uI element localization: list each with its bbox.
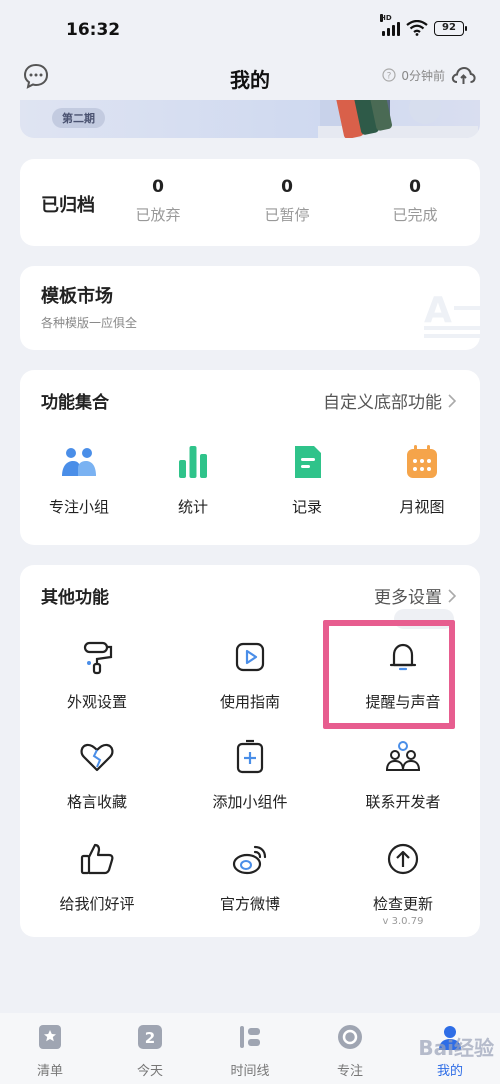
stat-completed[interactable]: 0 已完成 [375,177,455,225]
people-icon [385,741,421,771]
today-icon: 2 [138,1025,162,1049]
tab-label: 今天 [136,1064,163,1079]
thumbs-up-icon [80,843,114,875]
tab-today[interactable]: 2 今天 [120,1023,180,1079]
last-sync-text: 0分钟前 [401,68,445,83]
wifi-icon [406,20,428,36]
chevron-right-icon [448,588,456,603]
tab-list[interactable]: 清单 [20,1023,80,1079]
tab-label: 时间线 [230,1064,270,1079]
template-market-subtitle: 各种模版一应俱全 [41,316,138,330]
feature-record[interactable]: 记录 [252,442,362,517]
feature-label: 专注小组 [48,498,109,516]
other-item-label: 官方微博 [219,895,280,913]
stat-label: 已完成 [392,206,438,224]
tab-label: 我的 [436,1064,463,1079]
other-item-label: 给我们好评 [59,895,135,913]
heart-icon [80,743,114,772]
features-card: 功能集合 自定义底部功能 专注小组 统计 记录 月视图 [20,370,480,545]
template-deco-icon: A [424,290,480,338]
feature-label: 记录 [291,498,322,516]
hd-label: HD [380,14,392,22]
quote-collection[interactable]: 格言收藏 [42,737,152,812]
features-title: 功能集合 [41,393,109,413]
feature-month-view[interactable]: 月视图 [367,442,477,517]
template-market-title: 模板市场 [41,286,113,307]
play-guide-icon [235,642,265,672]
group-icon [62,448,96,476]
top-nav: 我的 ? 0分钟前 [0,56,500,96]
calendar-icon [407,445,437,478]
stat-paused[interactable]: 0 已暂停 [247,177,327,225]
highlight-box [323,620,455,729]
stat-label: 已放弃 [135,206,181,224]
sync-status[interactable]: ? 0分钟前 [382,64,476,86]
other-features-title: 其他功能 [41,588,109,608]
other-item-label: 添加小组件 [212,793,288,811]
help-icon: ? [382,68,396,82]
tab-timeline[interactable]: 时间线 [220,1023,280,1079]
archive-card[interactable]: 已归档 0 已放弃 0 已暂停 0 已完成 [20,159,480,246]
paint-roller-icon [83,641,113,675]
stat-abandoned[interactable]: 0 已放弃 [118,177,198,225]
stat-value: 0 [281,177,293,197]
banner-illustration [318,100,478,138]
timeline-icon [240,1026,260,1048]
add-widget-icon [236,739,264,774]
battery-icon: 92 [434,20,467,36]
archive-title: 已归档 [41,195,95,216]
tab-focus[interactable]: 专注 [320,1023,380,1079]
today-badge: 2 [145,1029,155,1047]
list-icon [39,1025,61,1049]
bar-chart-icon [179,446,207,478]
focus-icon [338,1025,362,1049]
weibo-icon [232,845,267,875]
upgrade-icon [387,843,419,875]
more-settings-link[interactable]: 更多设置 [374,583,456,608]
version-text: v 3.0.79 [382,916,424,927]
official-weibo[interactable]: 官方微博 [195,839,305,914]
other-item-label: 检查更新 [372,895,433,913]
more-settings-label: 更多设置 [374,588,442,608]
feature-label: 月视图 [399,498,445,516]
template-market-card[interactable]: 模板市场 各种模版一应俱全 A [20,266,480,350]
watermark: Bai经验 [418,1036,494,1060]
banner-tag: 第二期 [52,108,105,128]
feature-label: 统计 [177,498,208,516]
other-item-label: 使用指南 [219,693,280,711]
feature-focus-group[interactable]: 专注小组 [24,442,134,517]
customize-bottom-label: 自定义底部功能 [323,393,442,413]
status-time: 16:32 [66,20,121,40]
svg-text:A: A [424,290,452,331]
tab-label: 清单 [36,1064,63,1079]
svg-text:?: ? [387,72,392,82]
promo-banner[interactable]: 第二期 [20,100,480,138]
feature-statistics[interactable]: 统计 [138,442,248,517]
other-item-label: 格言收藏 [66,793,127,811]
status-icons: HD 92 [380,14,467,36]
add-widget[interactable]: 添加小组件 [195,737,305,812]
check-update[interactable]: 检查更新 v 3.0.79 [348,839,458,927]
appearance-settings[interactable]: 外观设置 [42,637,152,712]
signal-icon: HD [380,14,400,36]
rate-us[interactable]: 给我们好评 [42,839,152,914]
contact-developer[interactable]: 联系开发者 [348,737,458,812]
other-item-label: 联系开发者 [365,793,441,811]
other-item-label: 外观设置 [66,693,127,711]
user-guide[interactable]: 使用指南 [195,637,305,712]
status-bar: 16:32 HD 92 [0,0,500,56]
tab-label: 专注 [336,1064,363,1079]
stat-value: 0 [409,177,421,197]
note-icon [295,446,321,478]
customize-bottom-link[interactable]: 自定义底部功能 [323,388,456,413]
chevron-right-icon [448,393,456,408]
cloud-sync-icon[interactable] [450,64,476,86]
stat-label: 已暂停 [264,206,310,224]
stat-value: 0 [152,177,164,197]
